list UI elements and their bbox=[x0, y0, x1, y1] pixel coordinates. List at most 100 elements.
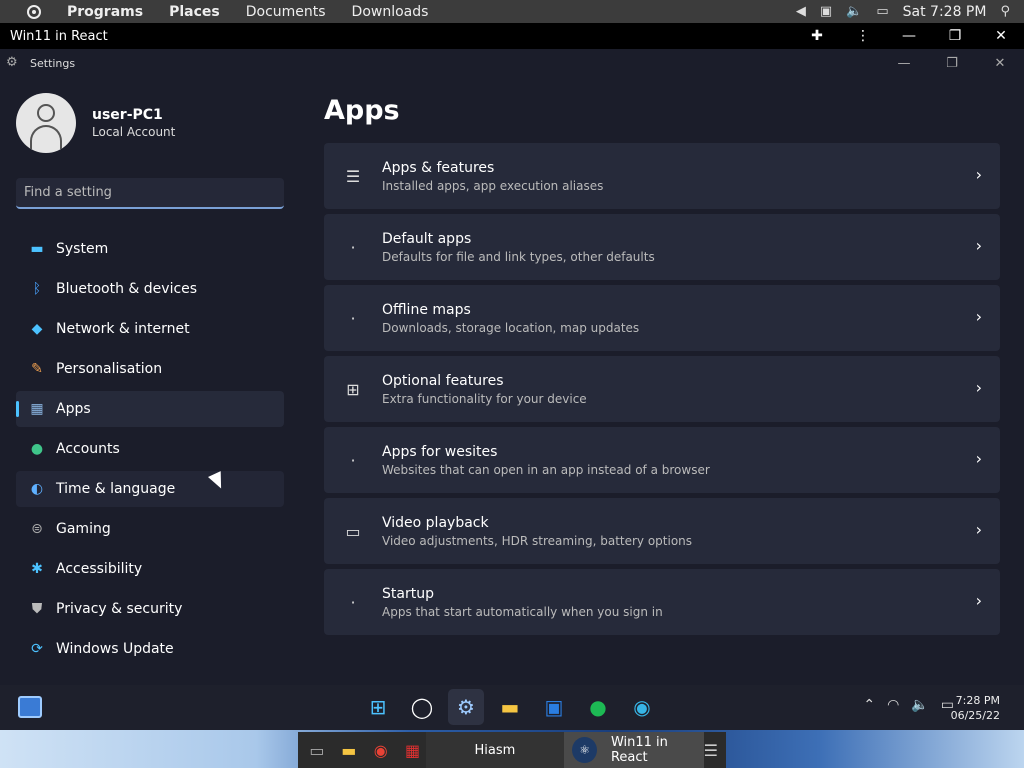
placeholder-icon: · bbox=[350, 237, 356, 257]
globe-clock-icon: ◐ bbox=[30, 481, 44, 497]
card-title: Apps & features bbox=[382, 159, 495, 176]
page-title: Apps bbox=[324, 95, 400, 126]
show-desktop-icon[interactable]: ▭ bbox=[304, 736, 330, 764]
extension-icon[interactable]: ✚ bbox=[794, 28, 840, 44]
volume-icon[interactable]: 🔈 bbox=[911, 697, 928, 713]
add-grid-icon: ⊞ bbox=[346, 379, 360, 399]
gear-icon: ⚙ bbox=[6, 55, 18, 70]
card-offline-maps[interactable]: · Offline maps Downloads, storage locatio… bbox=[324, 285, 1000, 351]
network-icon[interactable]: ▣ bbox=[820, 4, 832, 19]
start-button[interactable]: ⊞ bbox=[360, 689, 396, 725]
sidebar-item-bluetooth[interactable]: ᛒ Bluetooth & devices bbox=[16, 271, 284, 307]
settings-window: ⚙ Settings — ❐ ✕ user-PC1 Local Account … bbox=[0, 49, 1024, 685]
hamburger-menu-icon[interactable]: ☰ bbox=[704, 741, 718, 760]
task-win11-react[interactable]: ⚛ Win11 in React bbox=[564, 732, 704, 768]
sidebar-item-label: Privacy & security bbox=[56, 601, 183, 617]
chevron-right-icon: › bbox=[975, 520, 982, 539]
menu-places[interactable]: Places bbox=[169, 4, 220, 20]
card-default-apps[interactable]: · Default apps Defaults for file and link… bbox=[324, 214, 1000, 280]
minimize-icon[interactable]: — bbox=[886, 28, 932, 44]
card-video-playback[interactable]: ▭ Video playback Video adjustments, HDR s… bbox=[324, 498, 1000, 564]
chevron-right-icon: › bbox=[975, 165, 982, 184]
settings-minimize-icon[interactable]: — bbox=[880, 56, 928, 71]
topbar-clock[interactable]: Sat 7:28 PM bbox=[903, 4, 987, 20]
notification-icon[interactable]: ▭ bbox=[876, 4, 888, 19]
sidebar-item-label: Bluetooth & devices bbox=[56, 281, 198, 297]
sidebar-item-accessibility[interactable]: ✱ Accessibility bbox=[16, 551, 284, 587]
apps-icon: ▦ bbox=[30, 401, 44, 417]
user-profile[interactable]: user-PC1 Local Account bbox=[16, 93, 175, 153]
chevron-right-icon: › bbox=[975, 307, 982, 326]
chevron-right-icon: › bbox=[975, 378, 982, 397]
chevron-up-icon[interactable]: ⌃ bbox=[863, 697, 875, 713]
account-type: Local Account bbox=[92, 125, 176, 139]
video-icon: ▭ bbox=[345, 521, 361, 541]
host-bottom-panel: ▭ ▬ ◉ ▦ Hiasm ⚛ Win11 in React ☰ bbox=[298, 732, 726, 768]
sidebar-item-privacy[interactable]: ⛊ Privacy & security bbox=[16, 591, 284, 627]
volume-icon[interactable]: 🔈 bbox=[846, 4, 862, 19]
wifi-icon[interactable]: ◠ bbox=[887, 697, 899, 713]
card-desc: Downloads, storage location, map updates bbox=[382, 320, 640, 335]
sidebar-item-label: System bbox=[56, 241, 109, 257]
system-tray: ⌃ ◠ 🔈 ▭ bbox=[863, 697, 954, 713]
file-explorer-icon[interactable]: ▬ bbox=[492, 689, 528, 725]
apps-settings-list: ☰ Apps & features Installed apps, app exe… bbox=[324, 143, 1000, 640]
edge-icon[interactable]: ◉ bbox=[624, 689, 660, 725]
monitor-icon: ▬ bbox=[30, 241, 44, 257]
kebab-menu-icon[interactable]: ⋮ bbox=[840, 28, 886, 44]
card-optional-features[interactable]: ⊞ Optional features Extra functionality f… bbox=[324, 356, 1000, 422]
card-desc: Video adjustments, HDR streaming, batter… bbox=[382, 533, 693, 548]
search-icon[interactable]: ⚲ bbox=[1000, 4, 1010, 19]
avatar bbox=[16, 93, 76, 153]
triangle-left-icon[interactable]: ◀ bbox=[796, 4, 806, 19]
close-icon[interactable]: ✕ bbox=[978, 28, 1024, 44]
card-startup[interactable]: · Startup Apps that start automatically w… bbox=[324, 569, 1000, 635]
spotify-icon[interactable]: ● bbox=[580, 689, 616, 725]
menu-programs[interactable]: Programs bbox=[67, 4, 143, 20]
gamepad-icon: ⊜ bbox=[31, 521, 43, 537]
menu-documents[interactable]: Documents bbox=[246, 4, 326, 20]
sidebar-item-time-language[interactable]: ◐ Time & language bbox=[16, 471, 284, 507]
search-icon[interactable]: ◯ bbox=[404, 689, 440, 725]
sidebar-item-windows-update[interactable]: ⟳ Windows Update bbox=[16, 631, 284, 667]
card-apps-features[interactable]: ☰ Apps & features Installed apps, app exe… bbox=[324, 143, 1000, 209]
taskbar-clock[interactable]: 7:28 PM 06/25/22 bbox=[951, 693, 1000, 723]
card-apps-for-websites[interactable]: · Apps for wesites Websites that can open… bbox=[324, 427, 1000, 493]
sidebar-item-label: Time & language bbox=[56, 481, 176, 497]
placeholder-icon: · bbox=[350, 308, 356, 328]
placeholder-icon: · bbox=[350, 450, 356, 470]
chevron-right-icon: › bbox=[975, 236, 982, 255]
chrome-icon[interactable]: ◉ bbox=[368, 736, 394, 764]
card-desc: Extra functionality for your device bbox=[382, 391, 587, 406]
react-icon: ⚛ bbox=[572, 737, 597, 763]
person-icon: ● bbox=[30, 441, 44, 457]
sidebar-item-label: Windows Update bbox=[56, 641, 174, 657]
menu-downloads[interactable]: Downloads bbox=[352, 4, 429, 20]
card-title: Optional features bbox=[382, 372, 504, 389]
settings-title: Settings bbox=[30, 56, 76, 70]
settings-maximize-icon[interactable]: ❐ bbox=[928, 56, 976, 71]
restore-icon[interactable]: ❐ bbox=[932, 28, 978, 44]
store-icon[interactable]: ▣ bbox=[536, 689, 572, 725]
app-red-icon[interactable]: ▦ bbox=[400, 736, 426, 764]
browser-title: Win11 in React bbox=[10, 28, 108, 44]
sidebar-item-apps[interactable]: ▦ Apps bbox=[16, 391, 284, 427]
sidebar-item-system[interactable]: ▬ System bbox=[16, 231, 284, 267]
sidebar-item-personalisation[interactable]: ✎ Personalisation bbox=[16, 351, 284, 387]
sidebar-item-network[interactable]: ◆ Network & internet bbox=[16, 311, 284, 347]
card-desc: Websites that can open in an app instead… bbox=[382, 462, 710, 477]
task-label: Win11 in React bbox=[610, 735, 668, 765]
user-name: user-PC1 bbox=[92, 107, 163, 123]
files-icon[interactable]: ▬ bbox=[336, 736, 362, 764]
wifi-icon: ◆ bbox=[31, 321, 43, 337]
card-title: Offline maps bbox=[382, 301, 471, 318]
bluetooth-icon: ᛒ bbox=[32, 281, 42, 297]
settings-app-icon[interactable]: ⚙ bbox=[448, 689, 484, 725]
task-hiasm[interactable]: Hiasm bbox=[425, 732, 565, 768]
settings-close-icon[interactable]: ✕ bbox=[976, 56, 1024, 71]
power-icon[interactable] bbox=[21, 4, 47, 19]
widgets-icon[interactable] bbox=[18, 696, 42, 718]
sidebar-item-gaming[interactable]: ⊜ Gaming bbox=[16, 511, 284, 547]
sidebar-item-accounts[interactable]: ● Accounts bbox=[16, 431, 284, 467]
search-input[interactable]: Find a setting bbox=[16, 178, 284, 209]
